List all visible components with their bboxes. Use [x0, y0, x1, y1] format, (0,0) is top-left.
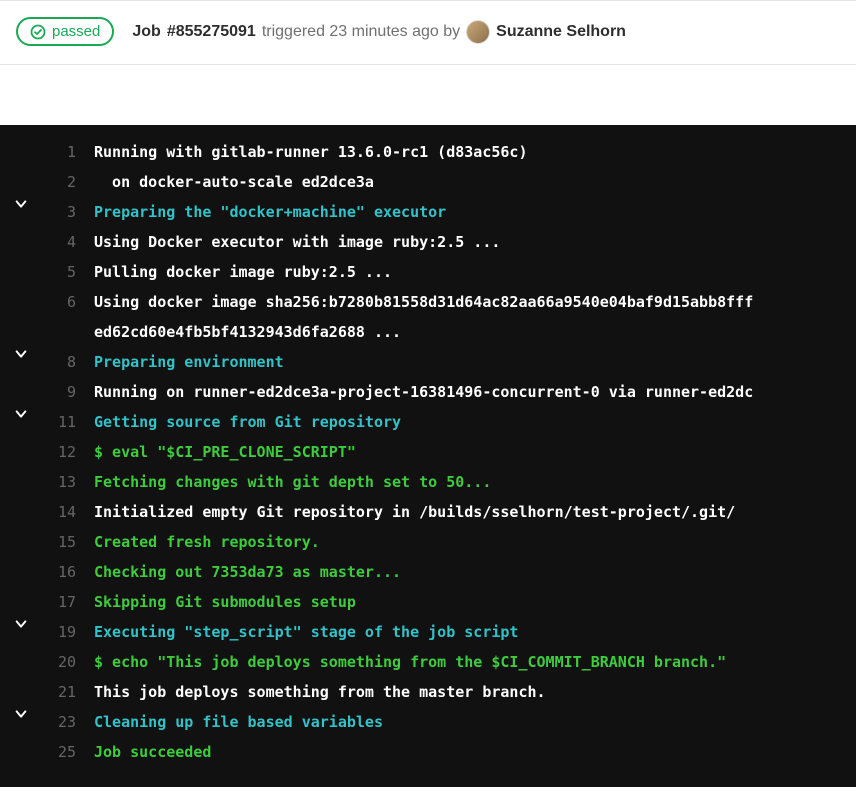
log-line: 8 Preparing environment [0, 347, 856, 377]
log-content: Using docker image sha256:b7280b81558d31… [94, 287, 753, 317]
log-content: Running on runner-ed2dce3a-project-16381… [94, 377, 753, 407]
status-label: passed [52, 23, 100, 40]
line-number: 11 [42, 407, 76, 437]
log-line: 14 Initialized empty Git repository in /b… [0, 497, 856, 527]
line-number: 17 [42, 587, 76, 617]
check-circle-icon [30, 24, 46, 40]
log-line: 11 Getting source from Git repository [0, 407, 856, 437]
line-number: 20 [42, 647, 76, 677]
log-line: 6 Using docker image sha256:b7280b81558d3… [0, 287, 856, 317]
log-line: 13 Fetching changes with git depth set to… [0, 467, 856, 497]
job-info: Job #855275091 triggered 23 minutes ago … [132, 20, 626, 44]
line-number: 3 [42, 197, 76, 227]
log-content: $ eval "$CI_PRE_CLONE_SCRIPT" [94, 437, 356, 467]
log-content: Job succeeded [94, 737, 211, 767]
log-line: 16 Checking out 7353da73 as master... [0, 557, 856, 587]
log-content: Pulling docker image ruby:2.5 ... [94, 257, 392, 287]
log-content: Created fresh repository. [94, 527, 320, 557]
log-line: 1 Running with gitlab-runner 13.6.0-rc1 (… [0, 137, 856, 167]
job-author[interactable]: Suzanne Selhorn [496, 23, 626, 41]
log-line: 12 $ eval "$CI_PRE_CLONE_SCRIPT" [0, 437, 856, 467]
chevron-down-icon[interactable] [0, 347, 42, 361]
line-number: 13 [42, 467, 76, 497]
line-number: 21 [42, 677, 76, 707]
line-number: 14 [42, 497, 76, 527]
line-number: 8 [42, 347, 76, 377]
log-content: This job deploys something from the mast… [94, 677, 546, 707]
log-content: Checking out 7353da73 as master... [94, 557, 401, 587]
log-line: 25 Job succeeded [0, 737, 856, 767]
chevron-down-icon[interactable] [0, 197, 42, 211]
avatar[interactable] [466, 20, 490, 44]
job-header: passed Job #855275091 triggered 23 minut… [0, 17, 856, 65]
line-number: 15 [42, 527, 76, 557]
log-content: Getting source from Git repository [94, 407, 401, 437]
log-content: Cleaning up file based variables [94, 707, 383, 737]
line-number: 1 [42, 137, 76, 167]
log-line: 5 Pulling docker image ruby:2.5 ... [0, 257, 856, 287]
log-line: 17 Skipping Git submodules setup [0, 587, 856, 617]
line-number: 12 [42, 437, 76, 467]
line-number: 4 [42, 227, 76, 257]
top-divider [0, 0, 856, 1]
log-line: 15 Created fresh repository. [0, 527, 856, 557]
line-number: 25 [42, 737, 76, 767]
log-content: Preparing environment [94, 347, 284, 377]
log-content-wrapped: ed62cd60e4fb5bf4132943d6fa2688 ... [94, 317, 856, 347]
log-line: 20 $ echo "This job deploys something fro… [0, 647, 856, 677]
log-line: 9 Running on runner-ed2dce3a-project-1638… [0, 377, 856, 407]
log-line: 3 Preparing the "docker+machine" executor [0, 197, 856, 227]
log-content: Fetching changes with git depth set to 5… [94, 467, 491, 497]
line-number: 6 [42, 287, 76, 317]
log-line: 2 on docker-auto-scale ed2dce3a [0, 167, 856, 197]
log-line: 4 Using Docker executor with image ruby:2… [0, 227, 856, 257]
spacer [0, 65, 856, 125]
log-content: Running with gitlab-runner 13.6.0-rc1 (d… [94, 137, 527, 167]
job-log-terminal[interactable]: 1 Running with gitlab-runner 13.6.0-rc1 (… [0, 125, 856, 787]
log-content: on docker-auto-scale ed2dce3a [94, 167, 374, 197]
log-content: Preparing the "docker+machine" executor [94, 197, 446, 227]
line-number: 16 [42, 557, 76, 587]
chevron-down-icon[interactable] [0, 617, 42, 631]
status-badge[interactable]: passed [16, 17, 114, 46]
line-number: 9 [42, 377, 76, 407]
log-content: Executing "step_script" stage of the job… [94, 617, 518, 647]
chevron-down-icon[interactable] [0, 707, 42, 721]
chevron-down-icon[interactable] [0, 407, 42, 421]
job-id: #855275091 [167, 23, 256, 41]
line-number: 5 [42, 257, 76, 287]
line-number: 2 [42, 167, 76, 197]
job-prefix: Job [132, 23, 160, 41]
log-line: 23 Cleaning up file based variables [0, 707, 856, 737]
log-content: Using Docker executor with image ruby:2.… [94, 227, 500, 257]
line-number: 19 [42, 617, 76, 647]
job-triggered-text: triggered 23 minutes ago by [262, 23, 460, 41]
log-line: 19 Executing "step_script" stage of the j… [0, 617, 856, 647]
line-number: 23 [42, 707, 76, 737]
log-content: Skipping Git submodules setup [94, 587, 356, 617]
log-content: $ echo "This job deploys something from … [94, 647, 726, 677]
log-line: 21 This job deploys something from the ma… [0, 677, 856, 707]
log-content: Initialized empty Git repository in /bui… [94, 497, 735, 527]
